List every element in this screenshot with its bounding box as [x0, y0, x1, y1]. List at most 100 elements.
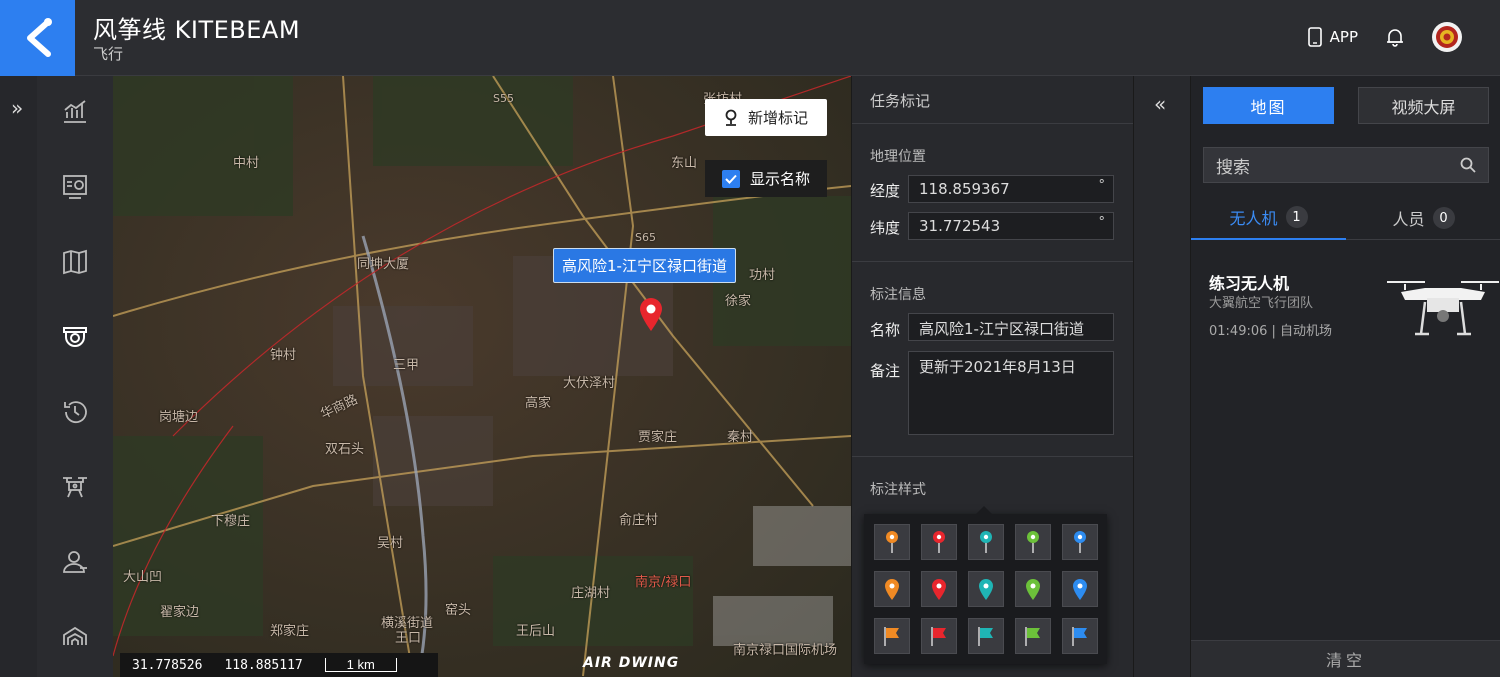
pin-icon [886, 531, 898, 553]
pin-icon [1074, 531, 1086, 553]
note-label: 备注 [870, 362, 901, 380]
marker-style-option[interactable] [874, 524, 910, 560]
longitude-input[interactable]: 118.859367 ° [908, 175, 1114, 203]
map-place-label: 大伏泽村 [563, 376, 616, 391]
video-wall-button[interactable]: 视频大屏 [1358, 87, 1489, 124]
divider [852, 123, 1134, 124]
sidebar-expander[interactable]: » [0, 76, 37, 677]
latitude-input[interactable]: 31.772543 ° [908, 212, 1114, 240]
tab-drones[interactable]: 无人机 1 [1191, 196, 1346, 240]
hangar-icon [63, 626, 87, 645]
sidebar-item-map[interactable] [57, 244, 93, 280]
map-place-label: 东山 [671, 156, 698, 171]
map-place-label: 徐家 [725, 294, 752, 309]
app-header: 风筝线 KITEBEAM 飞行 APP [0, 0, 1500, 76]
map-place-label: 钟村 [270, 348, 297, 363]
clear-button[interactable]: 清空 [1191, 640, 1500, 677]
pin-icon [980, 531, 992, 553]
add-marker-button[interactable]: 新增标记 [705, 99, 827, 136]
map-place-label: 大山凹 [123, 570, 163, 585]
marker-pin[interactable] [638, 296, 664, 336]
marker-style-option[interactable] [921, 618, 957, 654]
map-place-label: 南京禄口国际机场 [733, 643, 838, 658]
map-place-label: 俞庄村 [619, 513, 659, 528]
marker-callout[interactable]: 高风险1-江宁区禄口街道 [553, 248, 736, 283]
drone-list-item[interactable]: 练习无人机 大翼航空飞行团队 01:49:06 | 自动机场 [1191, 262, 1500, 342]
marker-style-option[interactable] [1062, 571, 1098, 607]
location-pin-icon [725, 109, 737, 126]
sidebar-item-hangar[interactable] [57, 619, 93, 655]
map-place-label: 贾家庄 [638, 430, 678, 445]
note-value: 更新于2021年8月13日 [919, 358, 1076, 376]
marker-style-option[interactable] [874, 618, 910, 654]
emblem-icon [1436, 26, 1458, 48]
small-pin-icon [979, 579, 993, 600]
checkbox[interactable] [721, 169, 740, 188]
panel-title: 任务标记 [870, 92, 931, 110]
map-place-label: 翟家边 [160, 605, 200, 620]
marker-style-picker [864, 506, 1107, 664]
map-place-label: 吴村 [377, 536, 404, 551]
sidebar-item-history[interactable] [57, 394, 93, 430]
map-place-label: 王口 [395, 631, 422, 646]
marker-style-option[interactable] [968, 618, 1004, 654]
marker-style-option[interactable] [1015, 618, 1051, 654]
map-place-label: 岗塘边 [159, 410, 199, 425]
person-count-badge: 0 [1432, 207, 1455, 229]
name-input[interactable]: 高风险1-江宁区禄口街道 [908, 313, 1114, 341]
map-place-label: 窑头 [445, 603, 472, 618]
marker-style-option[interactable] [921, 571, 957, 607]
kitebeam-logo[interactable] [0, 0, 75, 76]
marker-style-option[interactable] [1062, 524, 1098, 560]
camera-icon [63, 327, 87, 347]
map-view-button[interactable]: 地图 [1203, 87, 1334, 124]
marker-style-option[interactable] [921, 524, 957, 560]
sidebar-item-monitor[interactable] [57, 169, 93, 205]
marker-style-option[interactable] [1015, 571, 1051, 607]
drone-team: 大翼航空飞行团队 [1209, 296, 1314, 311]
flag-icon [978, 627, 993, 646]
sidebar-item-camera[interactable] [57, 319, 93, 355]
double-chevron-right-icon[interactable]: » [11, 96, 23, 120]
flag-icon [884, 627, 899, 646]
search-icon[interactable] [1460, 157, 1476, 173]
app-subtitle: 飞行 [93, 45, 124, 63]
map-place-label: 功村 [749, 268, 776, 283]
map-place-label: 秦村 [727, 430, 754, 445]
map-place-label: 郑家庄 [270, 624, 310, 639]
right-panel: 地图 视频大屏 搜索 无人机 1 人员 0 练习无人机 大翼航空飞行团队 01:… [1190, 76, 1500, 677]
marker-style-option[interactable] [968, 524, 1004, 560]
show-names-toggle[interactable]: 显示名称 [705, 160, 827, 197]
map-place-label: 下穆庄 [211, 514, 251, 529]
marker-style-option[interactable] [1015, 524, 1051, 560]
longitude-label: 经度 [870, 182, 901, 200]
avatar[interactable] [1432, 22, 1462, 52]
map-highway-label: S55 [493, 92, 514, 105]
sidebar-item-drone[interactable] [57, 469, 93, 505]
app-button[interactable]: APP [1307, 27, 1358, 47]
map-place-label: 三甲 [393, 358, 420, 373]
show-names-label: 显示名称 [749, 170, 810, 188]
degree-unit: ° [1098, 178, 1106, 193]
marker-style-option[interactable] [1062, 618, 1098, 654]
add-marker-label: 新增标记 [747, 109, 808, 127]
map-icon [63, 249, 87, 275]
scale-ruler: 1 km [324, 658, 397, 672]
tab-personnel[interactable]: 人员 0 [1346, 196, 1500, 240]
search-input[interactable]: 搜索 [1203, 147, 1489, 183]
map-place-label: 南京/禄口 [635, 575, 692, 590]
note-textarea[interactable]: 更新于2021年8月13日 [908, 351, 1114, 435]
notification-button[interactable] [1386, 27, 1404, 47]
pin-icon [1027, 531, 1039, 553]
task-marker-panel: 任务标记 地理位置 经度 118.859367 ° 纬度 31.772543 °… [851, 76, 1134, 677]
satellite-map[interactable]: 中村 同坤大厦 钟村 三甲 岗塘边 双石头 华商路 下穆庄 吴村 大山凹 翟家边… [113, 76, 851, 677]
marker-style-option[interactable] [968, 571, 1004, 607]
app-title: 风筝线 KITEBEAM [93, 16, 301, 44]
marker-style-option[interactable] [874, 571, 910, 607]
divider [852, 261, 1134, 262]
sidebar-item-stats[interactable] [57, 94, 93, 130]
double-chevron-left-icon[interactable]: « [1154, 92, 1166, 116]
sidebar-item-personnel[interactable] [57, 544, 93, 580]
name-label: 名称 [870, 321, 901, 339]
tab-drones-label: 无人机 [1229, 209, 1278, 228]
